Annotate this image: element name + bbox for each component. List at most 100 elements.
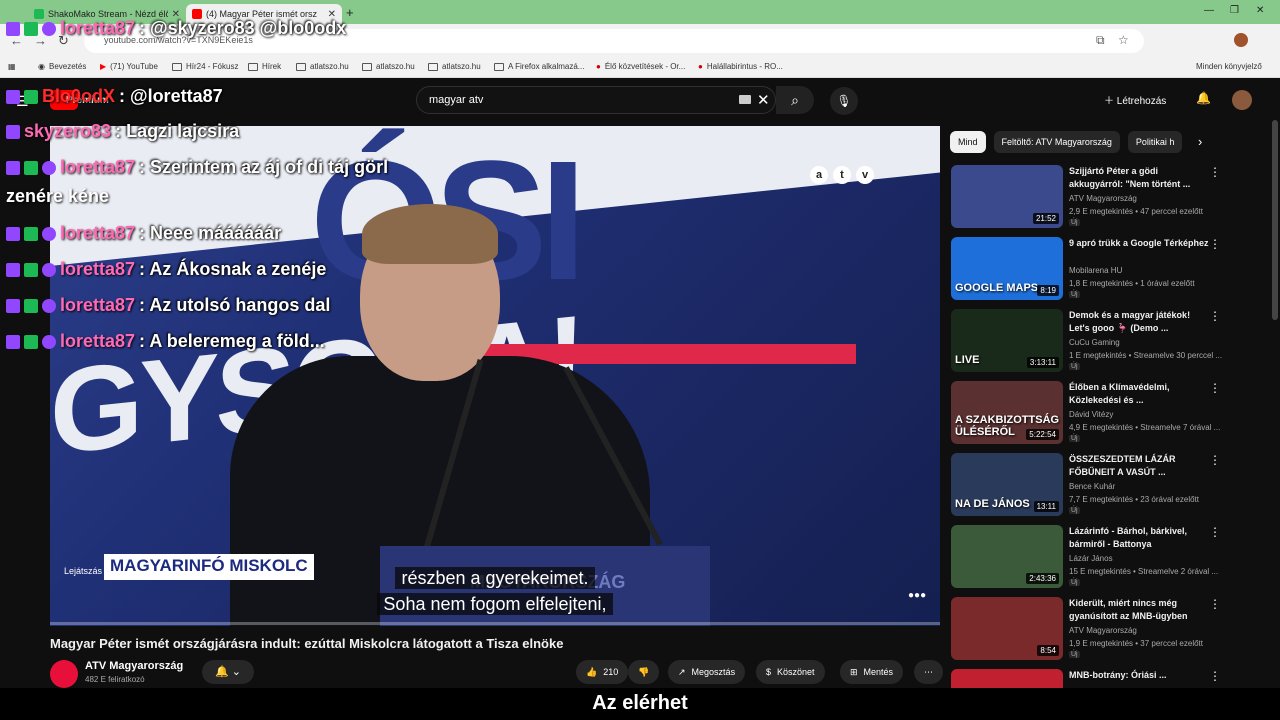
more-options-icon[interactable]: ⋮ (1209, 669, 1221, 683)
channel-name[interactable]: ATV Magyarország (85, 660, 183, 672)
search-input[interactable]: magyar atv ✕ (416, 86, 776, 114)
microphone-icon: 🎙 (836, 94, 852, 108)
scrollbar[interactable] (1272, 120, 1278, 320)
thanks-button[interactable]: $ Köszönet (756, 660, 825, 684)
new-badge: Új (1069, 291, 1080, 298)
recommendation-meta: 1 E megtekintés • Streamelve 30 perccel … (1069, 351, 1223, 360)
subscriber-badge-icon (42, 262, 56, 277)
share-button[interactable]: ↗ Megosztás (668, 660, 746, 684)
bookmark-item[interactable]: ● Halállabirintus - RO... (698, 62, 783, 71)
all-bookmarks[interactable]: Minden könyvjelző (1196, 62, 1262, 71)
search-button[interactable]: ⌕ (776, 86, 814, 114)
video-thumbnail[interactable]: NA DE JÁNOS 13:11 (951, 453, 1063, 516)
chip-uploader[interactable]: Feltöltő: ATV Magyarország (993, 131, 1120, 153)
subscriber-badge-icon (42, 21, 56, 36)
subscribe-bell-button[interactable]: 🔔 ⌄ (202, 660, 254, 684)
more-options-icon[interactable]: ⋮ (1209, 453, 1221, 467)
twitch-badge-icon (6, 298, 20, 313)
maximize-icon[interactable]: ❐ (1230, 5, 1239, 16)
video-thumbnail[interactable]: 8:54 (951, 597, 1063, 660)
duration-badge: 5:22:54 (1026, 429, 1059, 440)
recommendation-item[interactable]: 21:52 Szijjártó Péter a gödi akkugyárról:… (951, 165, 1271, 231)
bookmark-item[interactable]: atlatszo.hu (296, 62, 349, 71)
thumbnail-text: GOOGLE MAPS (955, 282, 1039, 294)
verified-badge-icon (24, 262, 38, 277)
bottom-subtitle-bar: Az elérhet (0, 688, 1280, 720)
more-options-icon[interactable]: ⋮ (1209, 237, 1221, 251)
more-options-icon[interactable]: ⋮ (1209, 525, 1221, 539)
video-thumbnail[interactable]: A SZAKBIZOTTSÁG ÜLÉSÉRŐL 5:22:54 (951, 381, 1063, 444)
apps-icon[interactable]: ▦ (8, 62, 16, 71)
bookmark-item[interactable]: atlatszo.hu (428, 62, 481, 71)
bookmark-item[interactable]: ● Élő közvetítések - Or... (596, 62, 685, 71)
twitch-badge-icon (6, 334, 20, 349)
recommendation-item[interactable]: LIVE 3:13:11 Demok és a magyar játékok! Le… (951, 309, 1271, 375)
minimize-icon[interactable]: — (1204, 5, 1214, 16)
bookmark-item[interactable]: ▶ (71) YouTube (100, 62, 158, 71)
bookmark-star-icon[interactable]: ☆ (1118, 33, 1129, 47)
verified-badge-icon (24, 89, 38, 104)
chevron-right-icon[interactable]: › (1198, 134, 1202, 149)
recommendation-item[interactable]: NA DE JÁNOS 13:11 ÖSSZESZEDTEM LÁZÁR FŐBŰN… (951, 453, 1271, 519)
bookmark-item[interactable]: A Firefox alkalmazá... (494, 62, 584, 71)
channel-avatar[interactable] (50, 660, 78, 688)
profile-avatar[interactable] (1234, 33, 1248, 47)
subscriber-badge-icon (42, 298, 56, 313)
player-dots-icon[interactable]: ●●● (908, 590, 926, 601)
notifications-icon[interactable]: 🔔 (1196, 91, 1211, 105)
chat-message: : Lagzi lajcsira (115, 121, 240, 141)
more-options-icon[interactable]: ⋮ (1209, 309, 1221, 323)
verified-badge-icon (24, 334, 38, 349)
video-thumbnail[interactable]: GOOGLE MAPS 8:19 (951, 237, 1063, 300)
more-options-icon[interactable]: ⋮ (1209, 165, 1221, 179)
more-actions-button[interactable]: ⋯ (914, 660, 943, 684)
install-app-icon[interactable]: ⧉ (1096, 33, 1105, 48)
close-window-icon[interactable]: ✕ (1256, 5, 1264, 16)
new-tab-button[interactable]: + (346, 5, 354, 20)
thanks-icon: $ (766, 667, 772, 677)
save-icon: ⊞ (850, 666, 858, 677)
video-thumbnail[interactable]: 2:43:36 (951, 525, 1063, 588)
chip-politics[interactable]: Politikai h (1127, 131, 1183, 153)
subscriber-count: 482 E feliratkozó (85, 675, 145, 684)
playback-label: Lejátszás (64, 566, 103, 576)
create-button[interactable]: ＋ Létrehozás (1104, 92, 1166, 107)
duration-badge: 21:52 (1032, 213, 1059, 224)
video-player[interactable]: ÓSI GYSOHA! a t v MAGYARORSZÁG Lejátszás… (50, 126, 940, 626)
recommendation-item[interactable]: GOOGLE MAPS 8:19 9 apró trükk a Google Tér… (951, 237, 1271, 303)
chat-message: : Szerintem az áj of di táj görl (139, 157, 389, 177)
recommendation-item[interactable]: 8:54 Kiderült, miért nincs még gyanúsítot… (951, 597, 1271, 663)
recommendation-item[interactable]: 2:43:36 Lázárinfó - Bárhol, bárkivel, bár… (951, 525, 1271, 591)
chat-continuation: zenére kéne (6, 186, 110, 206)
bookmark-item[interactable]: atlatszo.hu (362, 62, 415, 71)
chat-username: Blo0odX (42, 86, 116, 106)
more-options-icon[interactable]: ⋮ (1209, 381, 1221, 395)
share-icon: ↗ (678, 666, 686, 677)
subscriber-badge-icon (42, 160, 56, 175)
voice-search-button[interactable]: 🎙 (830, 87, 858, 115)
more-icon: ⋯ (924, 666, 933, 677)
recommendation-title: Demok és a magyar játékok! Let's gooo 🦩 … (1069, 310, 1191, 333)
bookmark-item[interactable]: Hírek (248, 62, 281, 71)
more-options-icon[interactable]: ⋮ (1209, 597, 1221, 611)
account-avatar[interactable] (1232, 90, 1252, 110)
progress-bar[interactable] (50, 622, 940, 625)
recommendation-item[interactable]: A SZAKBIZOTTSÁG ÜLÉSÉRŐL 5:22:54 Élőben a … (951, 381, 1271, 447)
chip-all[interactable]: Mind (950, 131, 986, 153)
like-button[interactable]: 👍 210 (576, 660, 629, 684)
bookmark-item[interactable]: Hír24 - Fókusz (172, 62, 238, 71)
video-thumbnail[interactable]: LIVE 3:13:11 (951, 309, 1063, 372)
subscriber-badge-icon (42, 226, 56, 241)
chat-line: loretta87: @skyzero83 @blo0odx (6, 18, 346, 39)
bookmarks-bar: ▦ ◉ Bevezetés ▶ (71) YouTube Hír24 - Fókus… (0, 58, 1280, 78)
dislike-button[interactable]: 👎 (628, 660, 660, 684)
folder-icon (362, 62, 372, 71)
thumb-up-icon: 👍 (586, 666, 598, 677)
recommendation-meta: 7,7 E megtekintés • 23 órával ezelőtt (1069, 495, 1199, 504)
clear-icon[interactable]: ✕ (757, 91, 770, 109)
save-button[interactable]: ⊞ Mentés (840, 660, 904, 684)
bookmark-item[interactable]: ◉ Bevezetés (38, 62, 86, 71)
recommendation-title: Kiderült, miért nincs még gyanúsított az… (1069, 598, 1188, 621)
video-thumbnail[interactable]: 21:52 (951, 165, 1063, 228)
keyboard-icon[interactable] (739, 95, 751, 104)
